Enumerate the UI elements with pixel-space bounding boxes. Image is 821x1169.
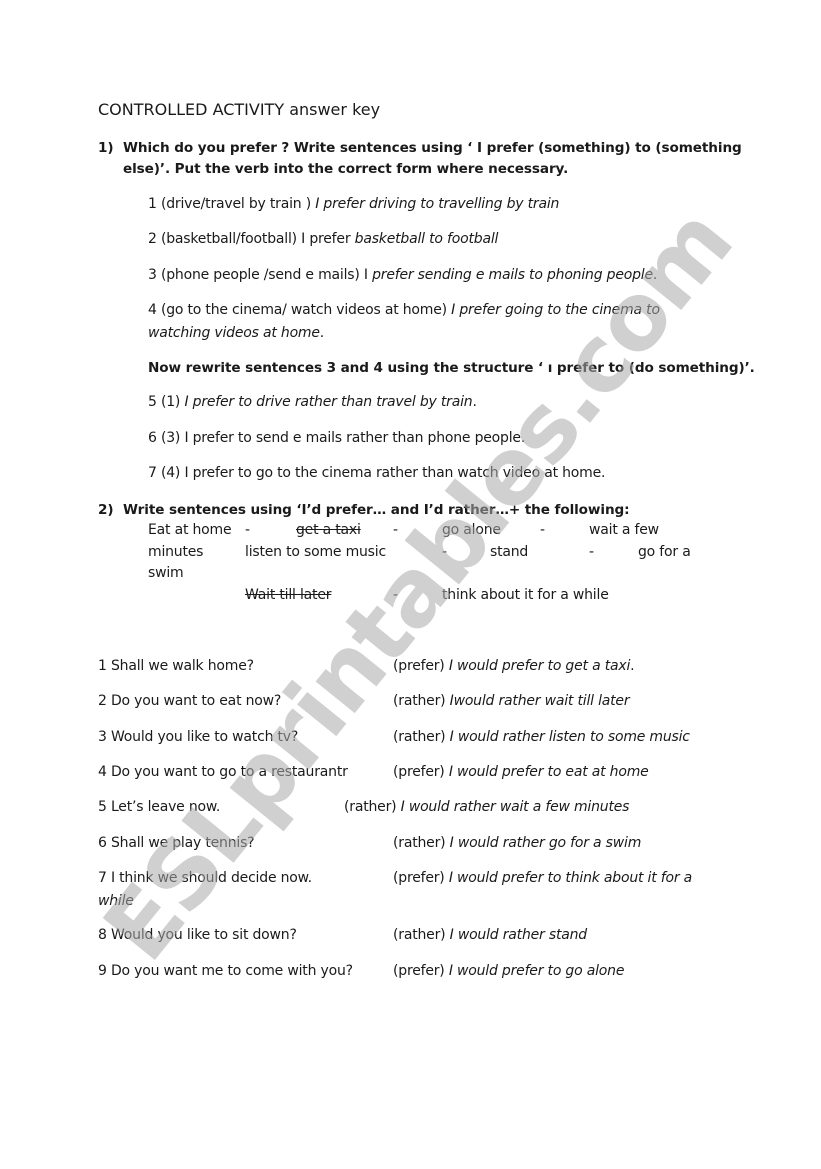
section-1-instruction-line2: else)’. Put the verb into the correct fo…: [123, 161, 569, 177]
word-bank-get-a-taxi: get a taxi: [296, 522, 361, 538]
rewrite-instruction: Now rewrite sentences 3 and 4 using the …: [148, 360, 755, 376]
page-title: CONTROLLED ACTIVITY answer key: [98, 100, 381, 119]
s2-item-1-hint: (prefer): [393, 658, 449, 674]
s1-item-3-answer: prefer sending e mails to phoning people: [372, 267, 653, 283]
word-bank-separator: -: [245, 522, 250, 538]
s1-rewrite-5: 5 (1) I prefer to drive rather than trav…: [148, 394, 477, 410]
s2-item-3-question: 3 Would you like to watch tv?: [98, 729, 299, 745]
s1-rewrite-5-tail: .: [472, 394, 477, 410]
worksheet-page: CONTROLLED ACTIVITY answer key 1) Which …: [0, 0, 821, 1169]
s2-item-1-answer: I would prefer to get a taxi: [448, 658, 631, 674]
s2-item-8-response: (rather) I would rather stand: [393, 927, 587, 943]
s2-item-2-answer: Iwould rather wait till later: [449, 693, 630, 709]
s2-item-6-hint: (rather): [393, 835, 450, 851]
s2-item-8-hint: (rather): [393, 927, 450, 943]
s2-item-9-question: 9 Do you want me to come with you?: [98, 963, 353, 979]
s2-item-4-response: (prefer) I would prefer to eat at home: [393, 764, 649, 780]
s2-item-2-hint: (rather): [393, 693, 450, 709]
s1-item-2-answer: basketball to football: [354, 231, 499, 247]
s2-item-5-response: (rather) I would rather wait a few minut…: [344, 799, 629, 815]
word-bank-listen-to-some-music: listen to some music: [245, 544, 386, 560]
s2-item-5-hint: (rather): [344, 799, 401, 815]
s1-item-3-prompt: 3 (phone people /send e mails) I: [148, 267, 373, 283]
s1-item-1-answer: I prefer driving to travelling by train: [315, 196, 560, 212]
s1-item-4-answer-line2: watching videos at home: [148, 325, 320, 341]
s2-item-4-answer: I would prefer to eat at home: [448, 764, 649, 780]
word-bank-go-alone: go alone: [442, 522, 501, 538]
s1-item-1: 1 (drive/travel by train ) I prefer driv…: [148, 196, 559, 212]
word-bank-minutes-line2: minutes: [148, 544, 204, 560]
s2-item-5-question: 5 Let’s leave now.: [98, 799, 221, 815]
s2-item-7-response: (prefer) I would prefer to think about i…: [393, 870, 692, 886]
s1-item-1-prompt: 1 (drive/travel by train ): [148, 196, 316, 212]
s2-item-4-question: 4 Do you want to go to a restaurantr: [98, 764, 348, 780]
s2-item-7-hint: (prefer): [393, 870, 449, 886]
s2-item-1-question: 1 Shall we walk home?: [98, 658, 254, 674]
word-bank-separator: -: [442, 544, 447, 560]
s2-item-4-hint: (prefer): [393, 764, 449, 780]
s2-item-8-question: 8 Would you like to sit down?: [98, 927, 297, 943]
s1-rewrite-5-prompt: 5 (1): [148, 394, 185, 410]
s2-item-9-response: (prefer) I would prefer to go alone: [393, 963, 624, 979]
s2-item-6-answer: I would rather go for a swim: [449, 835, 642, 851]
word-bank-wait-a-few-line1: wait a few: [589, 522, 659, 538]
s1-item-4-cont: watching videos at home.: [148, 325, 324, 341]
word-bank-stand: stand: [490, 544, 529, 560]
s2-item-3-answer: I would rather listen to some music: [449, 729, 690, 745]
s1-rewrite-6: 6 (3) I prefer to send e mails rather th…: [148, 430, 526, 446]
s2-item-6-question: 6 Shall we play tennis?: [98, 835, 255, 851]
word-bank-wait-till-later: Wait till later: [245, 587, 332, 603]
section-1-instruction-line1: Which do you prefer ? Write sentences us…: [123, 140, 742, 156]
s2-item-3-response: (rather) I would rather listen to some m…: [393, 729, 690, 745]
s1-item-2: 2 (basketball/football) I prefer basketb…: [148, 231, 498, 247]
word-bank-separator: -: [540, 522, 545, 538]
s2-item-1-tail: .: [630, 658, 635, 674]
word-bank-separator: -: [589, 544, 594, 560]
s2-item-7-question: 7 I think we should decide now.: [98, 870, 312, 886]
section-2-instruction: Write sentences using ‘I’d prefer… and I…: [123, 502, 630, 518]
s2-item-6-response: (rather) I would rather go for a swim: [393, 835, 641, 851]
s2-item-5-answer: I would rather wait a few minutes: [400, 799, 630, 815]
s2-item-2-response: (rather) Iwould rather wait till later: [393, 693, 630, 709]
s2-item-7-answer: I would prefer to think about it for a: [448, 870, 693, 886]
s2-item-9-answer: I would prefer to go alone: [448, 963, 625, 979]
s1-rewrite-5-answer: I prefer to drive rather than travel by …: [184, 394, 473, 410]
s1-rewrite-7: 7 (4) I prefer to go to the cinema rathe…: [148, 465, 606, 481]
s2-item-7-answer-line2: while: [98, 893, 134, 909]
s2-item-9-hint: (prefer): [393, 963, 449, 979]
word-bank-eat-at-home: Eat at home: [148, 522, 232, 538]
s1-item-3-tail: .: [652, 267, 658, 283]
s1-item-4: 4 (go to the cinema/ watch videos at hom…: [148, 302, 660, 318]
s1-item-4-tail: .: [319, 325, 325, 341]
word-bank-swim-line2: swim: [148, 565, 184, 581]
word-bank-think-about-it: think about it for a while: [442, 587, 609, 603]
s2-item-2-question: 2 Do you want to eat now?: [98, 693, 282, 709]
word-bank-separator: -: [393, 587, 398, 603]
s1-item-3: 3 (phone people /send e mails) I prefer …: [148, 267, 657, 283]
s2-item-3-hint: (rather): [393, 729, 450, 745]
word-bank-separator: -: [393, 522, 398, 538]
section-2-number: 2): [98, 502, 114, 518]
s2-item-1-response: (prefer) I would prefer to get a taxi.: [393, 658, 635, 674]
s2-item-8-answer: I would rather stand: [449, 927, 588, 943]
s1-item-2-prompt: 2 (basketball/football) I prefer: [148, 231, 355, 247]
section-1-number: 1): [98, 140, 114, 156]
s1-item-4-answer: I prefer going to the cinema to: [451, 302, 660, 318]
word-bank-go-for-a-line1: go for a: [638, 544, 691, 560]
s1-item-4-prompt: 4 (go to the cinema/ watch videos at hom…: [148, 302, 452, 318]
